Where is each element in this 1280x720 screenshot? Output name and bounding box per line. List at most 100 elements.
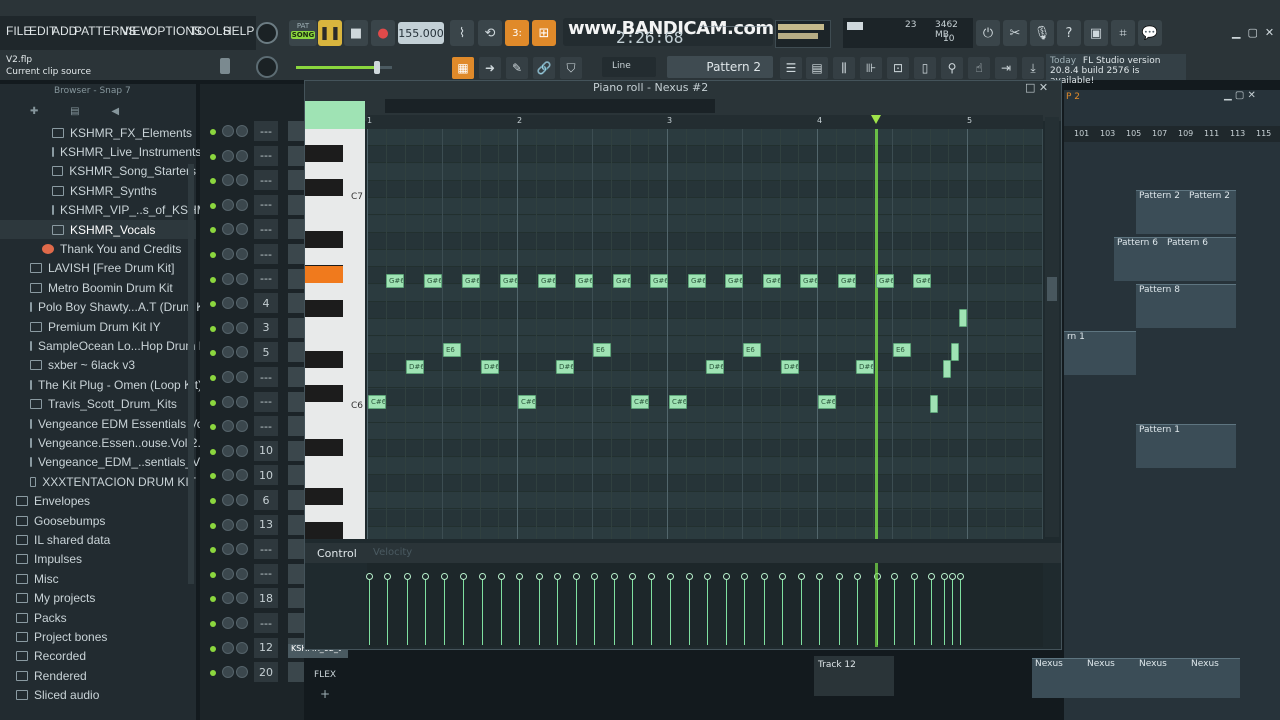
mixer-track-number[interactable]: --- <box>254 416 278 437</box>
velocity-bar[interactable] <box>707 579 708 645</box>
pan-knob-icon[interactable] <box>222 420 234 433</box>
volume-knob-icon[interactable] <box>236 494 248 506</box>
channel-name-button[interactable] <box>288 662 304 683</box>
window-controls[interactable]: ▁ ▢ ✕ <box>1232 26 1274 39</box>
volume-knob-icon[interactable] <box>236 297 248 310</box>
volume-knob-icon[interactable] <box>236 321 248 334</box>
mixer-track-number[interactable]: --- <box>254 613 278 633</box>
velocity-handle[interactable] <box>779 573 786 580</box>
mixer-track-number[interactable]: --- <box>254 145 278 166</box>
channel-name-button[interactable] <box>288 563 304 584</box>
velocity-handle[interactable] <box>591 573 598 580</box>
mixer-track-number[interactable]: --- <box>254 170 278 191</box>
channel-led-icon[interactable] <box>210 375 216 381</box>
black-key[interactable] <box>305 231 343 248</box>
channel-led-icon[interactable] <box>210 252 216 258</box>
browser-item[interactable]: Vengeance.Essen..ouse.Vol.2.WAV <box>0 433 227 452</box>
mixer-track-number[interactable]: 18 <box>254 588 278 609</box>
black-key[interactable] <box>305 522 343 539</box>
volume-knob-icon[interactable] <box>236 592 248 605</box>
pan-knob-icon[interactable] <box>222 444 234 457</box>
channel-name-button[interactable] <box>288 588 304 609</box>
velocity-handle[interactable] <box>741 573 748 580</box>
velocity-bar[interactable] <box>444 579 445 645</box>
browser-item[interactable]: KSHMR_Song_Starters <box>0 162 196 181</box>
note[interactable]: G#6 <box>800 274 818 288</box>
channel-row[interactable]: --- <box>200 538 304 562</box>
note[interactable] <box>943 360 951 378</box>
browser-item[interactable]: Sliced audio <box>0 686 196 705</box>
piano-keyboard[interactable]: C7 C6 <box>305 129 365 539</box>
browser-item[interactable]: Premium Drum Kit IY <box>0 317 196 336</box>
note[interactable]: C#6 <box>631 395 649 409</box>
stamp-icon[interactable]: ⛉ <box>560 57 582 79</box>
velocity-handle[interactable] <box>798 573 805 580</box>
note[interactable]: G#6 <box>688 274 706 288</box>
loop-record-icon[interactable]: ⟲ <box>478 20 502 46</box>
channel-row[interactable]: 10 <box>200 440 304 464</box>
channel-led-icon[interactable] <box>210 571 216 578</box>
playlist-window-controls[interactable]: ▁ ▢ ✕ <box>1224 90 1256 101</box>
mixer-track-number[interactable]: --- <box>254 244 278 264</box>
channel-row[interactable]: 20 <box>200 661 304 685</box>
velocity-handle[interactable] <box>404 573 411 580</box>
channel-name-button[interactable] <box>288 317 304 338</box>
black-key[interactable] <box>305 300 343 317</box>
black-key[interactable] <box>305 488 343 505</box>
volume-knob-icon[interactable] <box>236 617 248 629</box>
volume-knob-icon[interactable] <box>236 125 248 137</box>
channel-name-button[interactable] <box>288 416 304 437</box>
velocity-bar[interactable] <box>519 579 520 645</box>
channel-name-button[interactable] <box>288 145 304 166</box>
mixer-track-number[interactable]: 4 <box>254 293 278 314</box>
step-edit-icon[interactable]: ⊞ <box>532 20 556 46</box>
mixer-track-number[interactable]: --- <box>254 391 278 412</box>
channel-row[interactable]: --- <box>200 169 304 193</box>
pan-knob-icon[interactable] <box>222 248 234 260</box>
mixer-track-number[interactable]: 3 <box>254 317 278 338</box>
channel-name-button[interactable] <box>288 465 304 486</box>
pan-knob-icon[interactable] <box>222 543 234 556</box>
velocity-bar[interactable] <box>369 579 370 645</box>
volume-knob-icon[interactable] <box>236 469 248 482</box>
channel-name-button[interactable] <box>288 490 304 510</box>
control-label[interactable]: Control <box>317 547 357 560</box>
volume-knob-icon[interactable] <box>236 567 248 580</box>
channel-led-icon[interactable] <box>210 129 216 135</box>
note[interactable]: G#6 <box>725 274 743 288</box>
note[interactable]: G#6 <box>538 274 556 288</box>
volume-knob-icon[interactable] <box>236 149 248 162</box>
chat-icon[interactable]: 💬 <box>1138 20 1162 46</box>
mixer-track-number[interactable]: 13 <box>254 514 278 535</box>
velocity-bar[interactable] <box>764 579 765 645</box>
note[interactable]: G#6 <box>462 274 480 288</box>
browser-scrollbar[interactable] <box>188 164 194 584</box>
browser-item[interactable]: Metro Boomin Drum Kit <box>0 278 196 297</box>
channel-led-icon[interactable] <box>210 645 216 652</box>
channel-name-button[interactable] <box>288 219 304 240</box>
volume-knob-icon[interactable] <box>236 543 248 556</box>
note[interactable]: D#6 <box>481 360 499 374</box>
power-icon[interactable]: ⏻ <box>976 20 1000 46</box>
browser-item[interactable]: IL shared data <box>0 530 196 549</box>
velocity-handle[interactable] <box>516 573 523 580</box>
render-icon[interactable]: ⇥ <box>995 57 1017 79</box>
browser-item[interactable]: KSHMR_Synths <box>0 181 196 200</box>
download-icon[interactable]: ⤓ <box>1022 57 1044 79</box>
channel-name-button[interactable] <box>288 194 304 215</box>
pause-icon[interactable]: ❚❚ <box>318 20 342 46</box>
channel-rack-icon[interactable]: ▤ <box>806 57 828 79</box>
note[interactable]: C#6 <box>669 395 687 409</box>
velocity-handle[interactable] <box>554 573 561 580</box>
channel-row[interactable]: --- <box>200 612 304 636</box>
save-icon[interactable]: ▣ <box>1084 20 1108 46</box>
volume-knob-icon[interactable] <box>236 198 248 211</box>
velocity-bar[interactable] <box>501 579 502 645</box>
browser-item[interactable]: Recorded <box>0 647 196 666</box>
black-key[interactable] <box>305 385 343 402</box>
mixer-faders-icon[interactable]: ⊪ <box>860 57 882 79</box>
pan-knob-icon[interactable] <box>222 469 234 482</box>
clip-nexus-4[interactable]: Nexus <box>1188 658 1240 698</box>
browser-item[interactable]: Project bones <box>0 627 196 646</box>
channel-led-icon[interactable] <box>210 350 216 357</box>
